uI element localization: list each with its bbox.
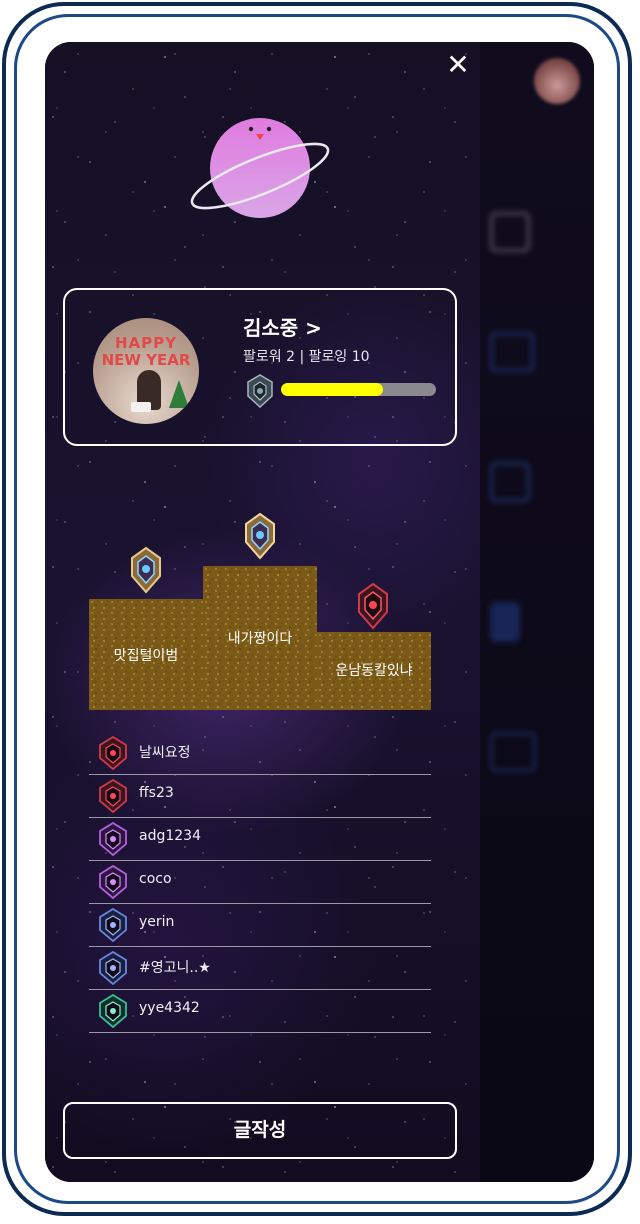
ranking-username: yerin — [139, 914, 175, 930]
blurred-icon — [490, 332, 534, 372]
ranking-row[interactable]: #영고니..★ — [89, 947, 431, 990]
side-drawer: ✕ HAPPY NEW YEAR 김소중 > 팔로워 2 | 팔로잉 10 맛집… — [45, 42, 480, 1182]
blurred-icon — [490, 462, 530, 502]
background-page[interactable] — [480, 42, 594, 1182]
ranking-username: coco — [139, 871, 172, 887]
ranking-row[interactable]: adg1234 — [89, 818, 431, 861]
blurred-icon — [490, 732, 536, 772]
ranking-row[interactable]: yye4342 — [89, 990, 431, 1033]
podium-third-block[interactable]: 운남동칼있냐 — [317, 632, 431, 710]
photo-text-top: HAPPY — [114, 334, 177, 352]
tier-emblem-icon — [247, 374, 273, 408]
tier-emblem-icon — [99, 865, 127, 899]
gold-tier-emblem-icon — [245, 512, 275, 560]
podium-third-name: 운남동칼있냐 — [335, 663, 413, 679]
gold-tier-emblem-icon — [131, 546, 161, 594]
write-post-button[interactable]: 글작성 — [63, 1102, 457, 1159]
ranking-list: 날씨요정 ffs23 adg1234 coco yerin #영고니..★ yye4342 — [89, 732, 431, 1033]
xp-progress-fill — [281, 383, 384, 396]
planet-mascot-icon — [190, 118, 330, 218]
tier-emblem-icon — [99, 822, 127, 856]
podium-first-block[interactable]: 내가짱이다 — [203, 566, 317, 710]
ranking-username: yye4342 — [139, 1000, 200, 1016]
photo-text-bottom: NEW YEAR — [101, 351, 191, 369]
tier-emblem-icon — [99, 908, 127, 942]
podium-second-name: 맛집털이범 — [113, 648, 179, 664]
ranking-username: #영고니..★ — [139, 960, 211, 976]
photo-tree — [169, 380, 189, 408]
ranking-row[interactable]: 날씨요정 — [89, 732, 431, 775]
photo-cake — [131, 402, 151, 412]
username[interactable]: 김소중 > — [243, 312, 322, 341]
tier-emblem-icon — [99, 994, 127, 1028]
follow-counts[interactable]: 팔로워 2 | 팔로잉 10 — [243, 346, 370, 366]
podium: 맛집털이범 내가짱이다 운남동칼있냐 — [89, 502, 431, 712]
xp-progress-bar — [281, 383, 436, 396]
podium-first-name: 내가짱이다 — [227, 631, 293, 647]
app-screen: ✕ HAPPY NEW YEAR 김소중 > 팔로워 2 | 팔로잉 10 맛집… — [45, 42, 594, 1182]
podium-second-block[interactable]: 맛집털이범 — [89, 599, 203, 710]
user-avatar-background[interactable] — [534, 58, 580, 104]
ranking-username: 날씨요정 — [139, 745, 191, 761]
tier-emblem-icon — [99, 736, 127, 770]
tier-emblem-icon — [99, 951, 127, 985]
profile-card[interactable]: HAPPY NEW YEAR 김소중 > 팔로워 2 | 팔로잉 10 — [63, 288, 457, 446]
close-icon[interactable]: ✕ — [443, 50, 473, 80]
ranking-row[interactable]: ffs23 — [89, 775, 431, 818]
ranking-row[interactable]: yerin — [89, 904, 431, 947]
ranking-row[interactable]: coco — [89, 861, 431, 904]
tier-emblem-icon — [99, 779, 127, 813]
ranking-username: ffs23 — [139, 785, 174, 801]
ranking-username: adg1234 — [139, 828, 201, 844]
crimson-tier-emblem-icon — [358, 582, 388, 630]
profile-photo[interactable]: HAPPY NEW YEAR — [93, 318, 199, 424]
blurred-icon — [490, 212, 530, 252]
blurred-icon — [490, 602, 520, 642]
